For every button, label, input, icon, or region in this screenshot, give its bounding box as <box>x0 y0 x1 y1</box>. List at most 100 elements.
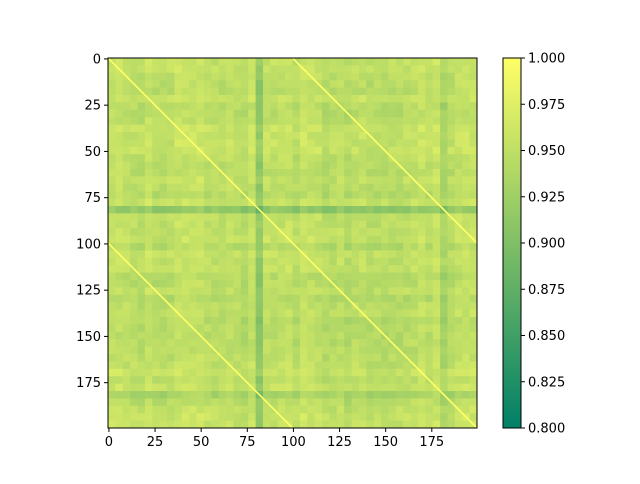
heatmap-cell <box>218 220 227 229</box>
heatmap-cell <box>108 235 116 244</box>
heatmap-cell <box>211 368 220 377</box>
heatmap-cell <box>388 354 397 362</box>
heatmap-cell <box>203 139 212 148</box>
heatmap-cell <box>189 420 197 429</box>
heatmap-cell <box>440 183 448 192</box>
heatmap-cell <box>462 368 471 377</box>
heatmap-cell <box>211 331 220 340</box>
heatmap-cell <box>137 361 146 370</box>
heatmap-cell <box>255 339 264 347</box>
heatmap-cell <box>307 354 316 362</box>
heatmap-cell <box>432 102 441 111</box>
heatmap-cell <box>395 339 404 347</box>
heatmap-cell <box>122 243 131 251</box>
heatmap-cell <box>270 80 279 88</box>
heatmap-cell <box>462 331 471 340</box>
heatmap-cell <box>440 309 448 318</box>
heatmap-cell <box>432 176 441 185</box>
heatmap-cell <box>440 250 448 259</box>
heatmap-cell <box>152 124 161 133</box>
heatmap-cell <box>373 317 382 325</box>
heatmap-cell <box>137 139 146 148</box>
heatmap-cell <box>329 72 338 81</box>
heatmap-cell <box>410 376 419 384</box>
heatmap-cell <box>358 361 367 370</box>
heatmap-cell <box>240 198 249 207</box>
heatmap-cell <box>440 102 448 111</box>
heatmap-cell <box>299 124 308 133</box>
heatmap-cell <box>351 383 360 392</box>
heatmap-cell <box>285 139 293 148</box>
heatmap-cell <box>152 213 161 222</box>
heatmap-cell <box>144 243 153 251</box>
heatmap-cell <box>203 287 212 296</box>
heatmap-cell <box>454 191 463 199</box>
heatmap-cell <box>381 324 389 333</box>
heatmap-cell <box>388 391 397 399</box>
heatmap-cell <box>292 220 301 229</box>
heatmap-cell <box>366 58 375 66</box>
heatmap-cell <box>226 58 234 66</box>
heatmap-cell <box>395 257 404 266</box>
heatmap-cell <box>137 124 146 133</box>
heatmap-cell <box>366 280 375 288</box>
heatmap-cell <box>336 413 345 421</box>
heatmap-cell <box>233 280 242 288</box>
heatmap-cell <box>299 176 308 185</box>
heatmap-cell <box>388 405 397 414</box>
heatmap-cell <box>218 206 227 214</box>
heatmap-cell <box>403 243 411 251</box>
heatmap-cell <box>144 213 153 222</box>
heatmap-cell <box>366 265 375 273</box>
heatmap-cell <box>152 154 161 162</box>
heatmap-cell <box>447 413 456 421</box>
heatmap-cell <box>336 331 345 340</box>
heatmap-cell <box>329 331 338 340</box>
heatmap-cell <box>395 95 404 103</box>
heatmap-cell <box>440 58 448 66</box>
heatmap-cell <box>152 58 161 66</box>
heatmap-cell <box>262 206 271 214</box>
heatmap-cell <box>115 124 124 133</box>
heatmap-cell <box>388 257 397 266</box>
heatmap-cell <box>440 132 448 140</box>
heatmap-cell <box>159 376 168 384</box>
heatmap-cell <box>388 368 397 377</box>
heatmap-cell <box>344 420 352 429</box>
heatmap-cell <box>233 191 242 199</box>
heatmap-cell <box>144 132 153 140</box>
heatmap-cell <box>203 405 212 414</box>
heatmap-cell <box>336 272 345 281</box>
heatmap-cell <box>226 309 234 318</box>
heatmap-cell <box>469 405 478 414</box>
heatmap-cell <box>358 72 367 81</box>
heatmap-cell <box>314 346 323 355</box>
heatmap-cell <box>358 161 367 170</box>
heatmap-cell <box>233 124 242 133</box>
heatmap-cell <box>417 109 426 118</box>
heatmap-cell <box>366 191 375 199</box>
heatmap-cell <box>351 139 360 148</box>
heatmap-cell <box>432 413 441 421</box>
heatmap-cell <box>462 176 471 185</box>
heatmap-cell <box>358 324 367 333</box>
heatmap-cell <box>152 243 161 251</box>
heatmap-cell <box>255 191 264 199</box>
heatmap-cell <box>403 368 411 377</box>
heatmap-cell <box>255 102 264 111</box>
heatmap-cell <box>218 324 227 333</box>
heatmap-cell <box>218 391 227 399</box>
heatmap-cell <box>322 198 330 207</box>
heatmap-cell <box>462 198 471 207</box>
heatmap-cell <box>144 124 153 133</box>
heatmap-cell <box>425 331 434 340</box>
heatmap-cell <box>108 294 116 303</box>
heatmap-cell <box>196 161 205 170</box>
heatmap-cell <box>211 220 220 229</box>
heatmap-cell <box>270 72 279 81</box>
heatmap-cell <box>425 294 434 303</box>
heatmap-cell <box>233 265 242 273</box>
heatmap-cell <box>122 146 131 155</box>
heatmap-cell <box>203 317 212 325</box>
heatmap-cell <box>285 368 293 377</box>
